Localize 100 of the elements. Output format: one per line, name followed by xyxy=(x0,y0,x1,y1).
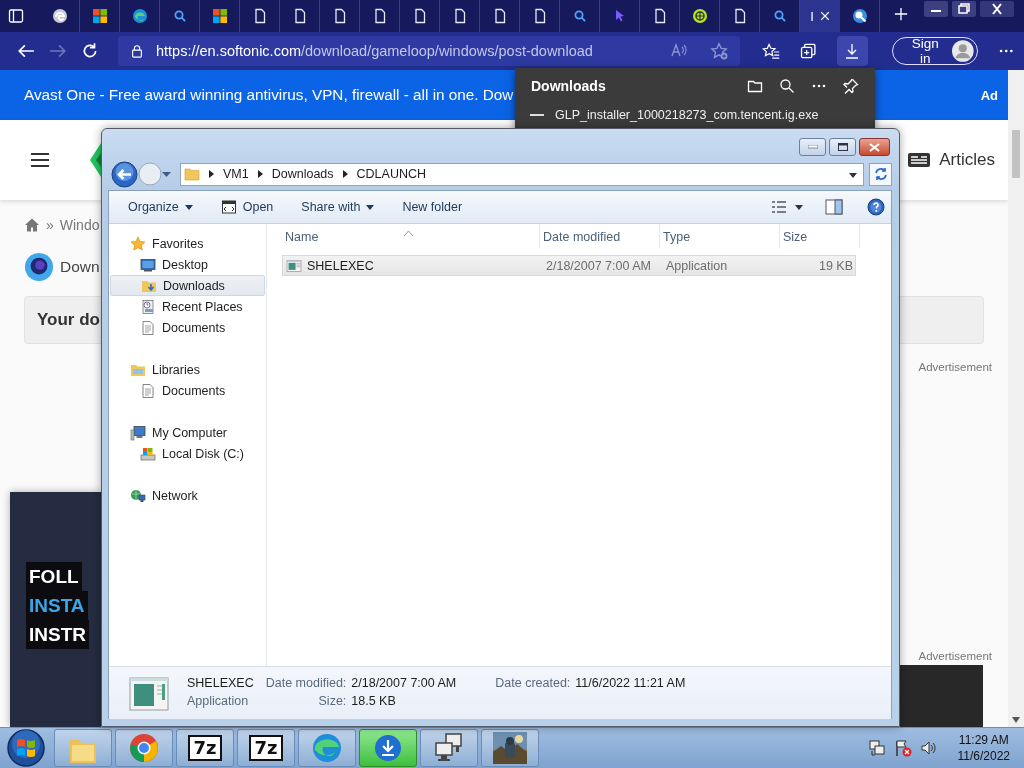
folder-icon[interactable] xyxy=(747,78,763,94)
minimize-icon[interactable] xyxy=(924,1,948,17)
flag-alert-icon[interactable] xyxy=(893,739,912,757)
dropdown-arrow-icon[interactable] xyxy=(849,173,857,178)
scrollbar-thumb[interactable] xyxy=(1012,130,1020,178)
globe-icon xyxy=(851,8,868,24)
address-bar[interactable]: VM1 Downloads CDLAUNCH xyxy=(180,162,864,186)
detail-value: 18.5 KB xyxy=(351,694,397,708)
detail-value: 11/6/2022 11:21 AM xyxy=(575,676,686,690)
articles-link[interactable]: Articles xyxy=(939,150,995,170)
restore-icon[interactable] xyxy=(952,1,976,17)
nav-item[interactable]: Downloads xyxy=(110,275,265,296)
newspaper-icon xyxy=(907,151,932,169)
path-segment[interactable]: CDLAUNCH xyxy=(356,167,426,181)
promo-card[interactable]: FOLL INSTA INSTR xyxy=(10,492,101,727)
dropdown-arrow-icon xyxy=(366,204,375,210)
network-status-icon[interactable] xyxy=(867,739,886,757)
panel-title: Downloads xyxy=(531,78,606,94)
close-icon[interactable] xyxy=(819,11,830,21)
browser-tab[interactable]: I xyxy=(800,0,840,32)
taskbar-button[interactable] xyxy=(481,729,539,767)
views-icon[interactable] xyxy=(771,200,787,214)
swirl-logo-icon xyxy=(311,732,343,764)
downloads-button[interactable] xyxy=(836,36,868,66)
nav-item[interactable]: Documents xyxy=(110,380,265,401)
maximize-button[interactable] xyxy=(829,138,856,156)
column-header[interactable]: Date modified xyxy=(540,224,660,248)
address-field[interactable]: https://en.softonic.com/download/gameloop/windows/post-download xyxy=(117,36,740,66)
home-icon[interactable] xyxy=(24,217,40,233)
file-date: 2/18/2007 7:00 AM xyxy=(545,258,652,273)
toolbar-button[interactable]: New folder xyxy=(393,196,472,218)
new-tab-icon[interactable] xyxy=(894,7,908,21)
dropdown-arrow-icon[interactable] xyxy=(795,204,803,210)
history-arrow-icon[interactable] xyxy=(162,171,171,177)
refresh-icon[interactable] xyxy=(80,42,99,60)
pin-icon[interactable] xyxy=(843,78,859,94)
start-orb-icon[interactable] xyxy=(6,728,46,768)
four-squares-icon xyxy=(211,8,228,24)
four-squares-icon xyxy=(91,8,108,24)
toolbar-button[interactable]: Organize xyxy=(119,196,202,218)
path-segment[interactable]: VM1 xyxy=(223,167,249,181)
nav-item[interactable]: Documents xyxy=(110,317,265,338)
promo-text: INSTR xyxy=(26,620,89,649)
lock-icon xyxy=(129,43,144,59)
back-icon[interactable] xyxy=(111,160,138,188)
taskbar-button[interactable]: 7z xyxy=(176,729,234,767)
circle-logo-icon xyxy=(51,8,68,24)
breadcrumb-separator: » xyxy=(46,217,54,233)
column-header[interactable]: Size xyxy=(780,224,860,248)
search-icon[interactable] xyxy=(779,78,795,94)
taskbar-button[interactable] xyxy=(420,729,478,767)
nav-item[interactable]: My Computer xyxy=(110,422,265,443)
download-icon xyxy=(844,42,861,60)
toolbar-button[interactable]: Open xyxy=(211,195,283,219)
computer-icon xyxy=(130,424,146,441)
nav-item[interactable]: Recent Places xyxy=(110,296,265,317)
collections-icon[interactable] xyxy=(800,42,817,60)
add-favorite-icon[interactable] xyxy=(709,42,728,60)
scrollbar[interactable] xyxy=(1008,70,1024,727)
chrome-logo-icon xyxy=(128,732,160,764)
maximize-icon xyxy=(837,143,848,151)
clock[interactable]: 11:29 AM 11/6/2022 xyxy=(957,732,1010,764)
menu-icon[interactable] xyxy=(30,151,50,169)
scroll-down-icon[interactable] xyxy=(1012,717,1020,723)
read-aloud-icon[interactable] xyxy=(669,42,688,58)
close-icon[interactable] xyxy=(980,1,1014,17)
help-icon[interactable] xyxy=(867,198,885,216)
favorites-icon[interactable] xyxy=(761,42,781,60)
close-icon xyxy=(869,142,880,152)
arrow-icon xyxy=(342,170,348,178)
forward-icon xyxy=(138,162,162,186)
column-header[interactable]: Type xyxy=(660,224,780,248)
volume-icon[interactable] xyxy=(919,739,938,757)
taskbar-button[interactable] xyxy=(359,729,417,767)
nav-item[interactable]: Network xyxy=(110,485,265,506)
column-header[interactable]: Name xyxy=(282,224,540,248)
archive-logo: 7z xyxy=(249,735,283,761)
nav-item[interactable]: Local Disk (C:) xyxy=(110,443,265,464)
file-type: Application xyxy=(665,258,729,273)
archive-logo: 7z xyxy=(188,735,222,761)
swirl-logo-icon xyxy=(131,8,148,24)
close-button[interactable] xyxy=(859,138,890,156)
nav-item[interactable]: Favorites xyxy=(110,233,265,254)
file-row[interactable]: SHELEXEC 2/18/2007 7:00 AM Application 19 KB xyxy=(282,255,856,276)
toolbar-button[interactable]: Share with xyxy=(292,196,384,218)
back-icon[interactable] xyxy=(17,42,35,60)
tab-actions-icon[interactable] xyxy=(8,8,24,24)
download-item[interactable]: GLP_installer_1000218273_com.tencent.ig.exe xyxy=(555,108,819,122)
detail-label: Date modified: xyxy=(265,676,347,690)
banner-text: Avast One - Free award winning antivirus, VPN, firewall - all in one. Dow xyxy=(24,86,514,104)
nav-item[interactable]: Desktop xyxy=(110,254,265,275)
breadcrumb-link[interactable]: Windo xyxy=(59,217,100,233)
network-icon xyxy=(130,487,146,504)
nav-item[interactable]: Libraries xyxy=(110,359,265,380)
taskbar-button[interactable]: 7z xyxy=(237,729,295,767)
detail-name: SHELEXEC xyxy=(187,676,254,690)
preview-pane-icon[interactable] xyxy=(825,199,843,215)
detail-label: Size: xyxy=(317,694,347,708)
refresh-button[interactable] xyxy=(869,162,892,186)
path-segment[interactable]: Downloads xyxy=(271,167,334,181)
